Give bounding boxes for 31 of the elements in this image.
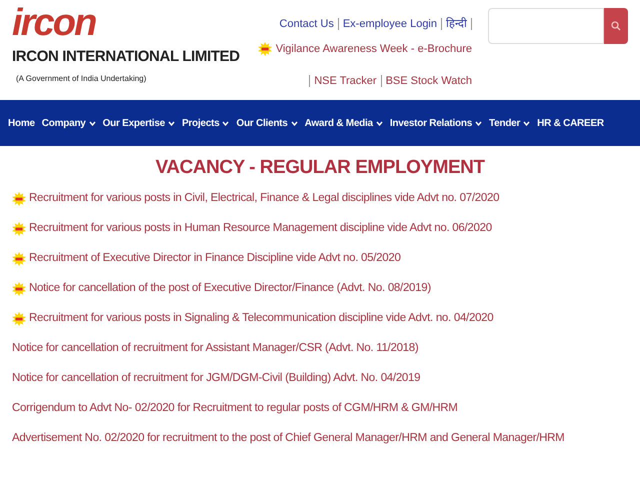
- logo[interactable]: ircon: [12, 4, 240, 42]
- top-link[interactable]: हिन्दी: [446, 16, 467, 32]
- vacancy-link[interactable]: Recruitment for various posts in Human Resource Management discipline vide Advt no. 06/2020: [29, 220, 492, 238]
- market-link[interactable]: BSE Stock Watch: [386, 73, 472, 90]
- vacancy-link[interactable]: Notice for cancellation of recruitment for JGM/DGM-Civil (Building) Advt. No. 04/2019: [12, 370, 420, 388]
- top-link[interactable]: Ex-employee Login: [342, 16, 437, 32]
- nav-item[interactable]: Our Expertise: [102, 116, 175, 130]
- search-field[interactable]: [488, 8, 604, 44]
- search-button[interactable]: [604, 8, 628, 44]
- nav-item[interactable]: Company: [42, 116, 96, 130]
- nav-item[interactable]: Our Clients: [236, 116, 298, 130]
- nav-item[interactable]: Investor Relations: [390, 116, 482, 130]
- vacancy-link[interactable]: Recruitment of Executive Director in Finance Discipline vide Advt no. 05/2020: [29, 250, 401, 268]
- nav-item[interactable]: Tender: [489, 116, 530, 130]
- vacancy-link[interactable]: Recruitment for various posts in Civil, Electrical, Finance & Legal disciplines vide Advt no. 07/2020: [29, 190, 500, 208]
- nav-item[interactable]: Award & Media: [304, 116, 383, 130]
- tagline: (A Government of India Undertaking): [16, 72, 148, 84]
- vigilance-link[interactable]: Vigilance Awareness Week - e-Brochure: [276, 40, 472, 57]
- nav-item[interactable]: HR & CAREER: [537, 116, 604, 130]
- vacancy-link[interactable]: Notice for cancellation of recruitment for Assistant Manager/CSR (Advt. No. 11/2018): [12, 340, 418, 358]
- nav-item[interactable]: Home: [8, 116, 35, 130]
- vacancy-link[interactable]: Recruitment for various posts in Signaling & Telecommunication discipline vide Advt. no. 04/2020: [29, 310, 494, 328]
- nav-item[interactable]: Projects: [182, 116, 230, 130]
- market-link[interactable]: NSE Tracker: [314, 73, 377, 90]
- top-link[interactable]: Contact Us: [279, 16, 334, 32]
- page-title: VACANCY - REGULAR EMPLOYMENT: [154, 156, 486, 180]
- vacancy-link[interactable]: Corrigendum to Advt No- 02/2020 for Recruitment to regular posts of CGM/HRM & GM/HRM: [12, 400, 458, 418]
- vacancy-link[interactable]: Advertisement No. 02/2020 for recruitment to the post of Chief General Manager/HRM and General Manager/HRM: [12, 430, 564, 448]
- vacancy-link[interactable]: Notice for cancellation of the post of Executive Director/Finance (Advt. No. 08/2019): [29, 280, 431, 298]
- company-name: IRCON INTERNATIONAL LIMITED: [12, 47, 240, 67]
- search-icon: [611, 21, 621, 31]
